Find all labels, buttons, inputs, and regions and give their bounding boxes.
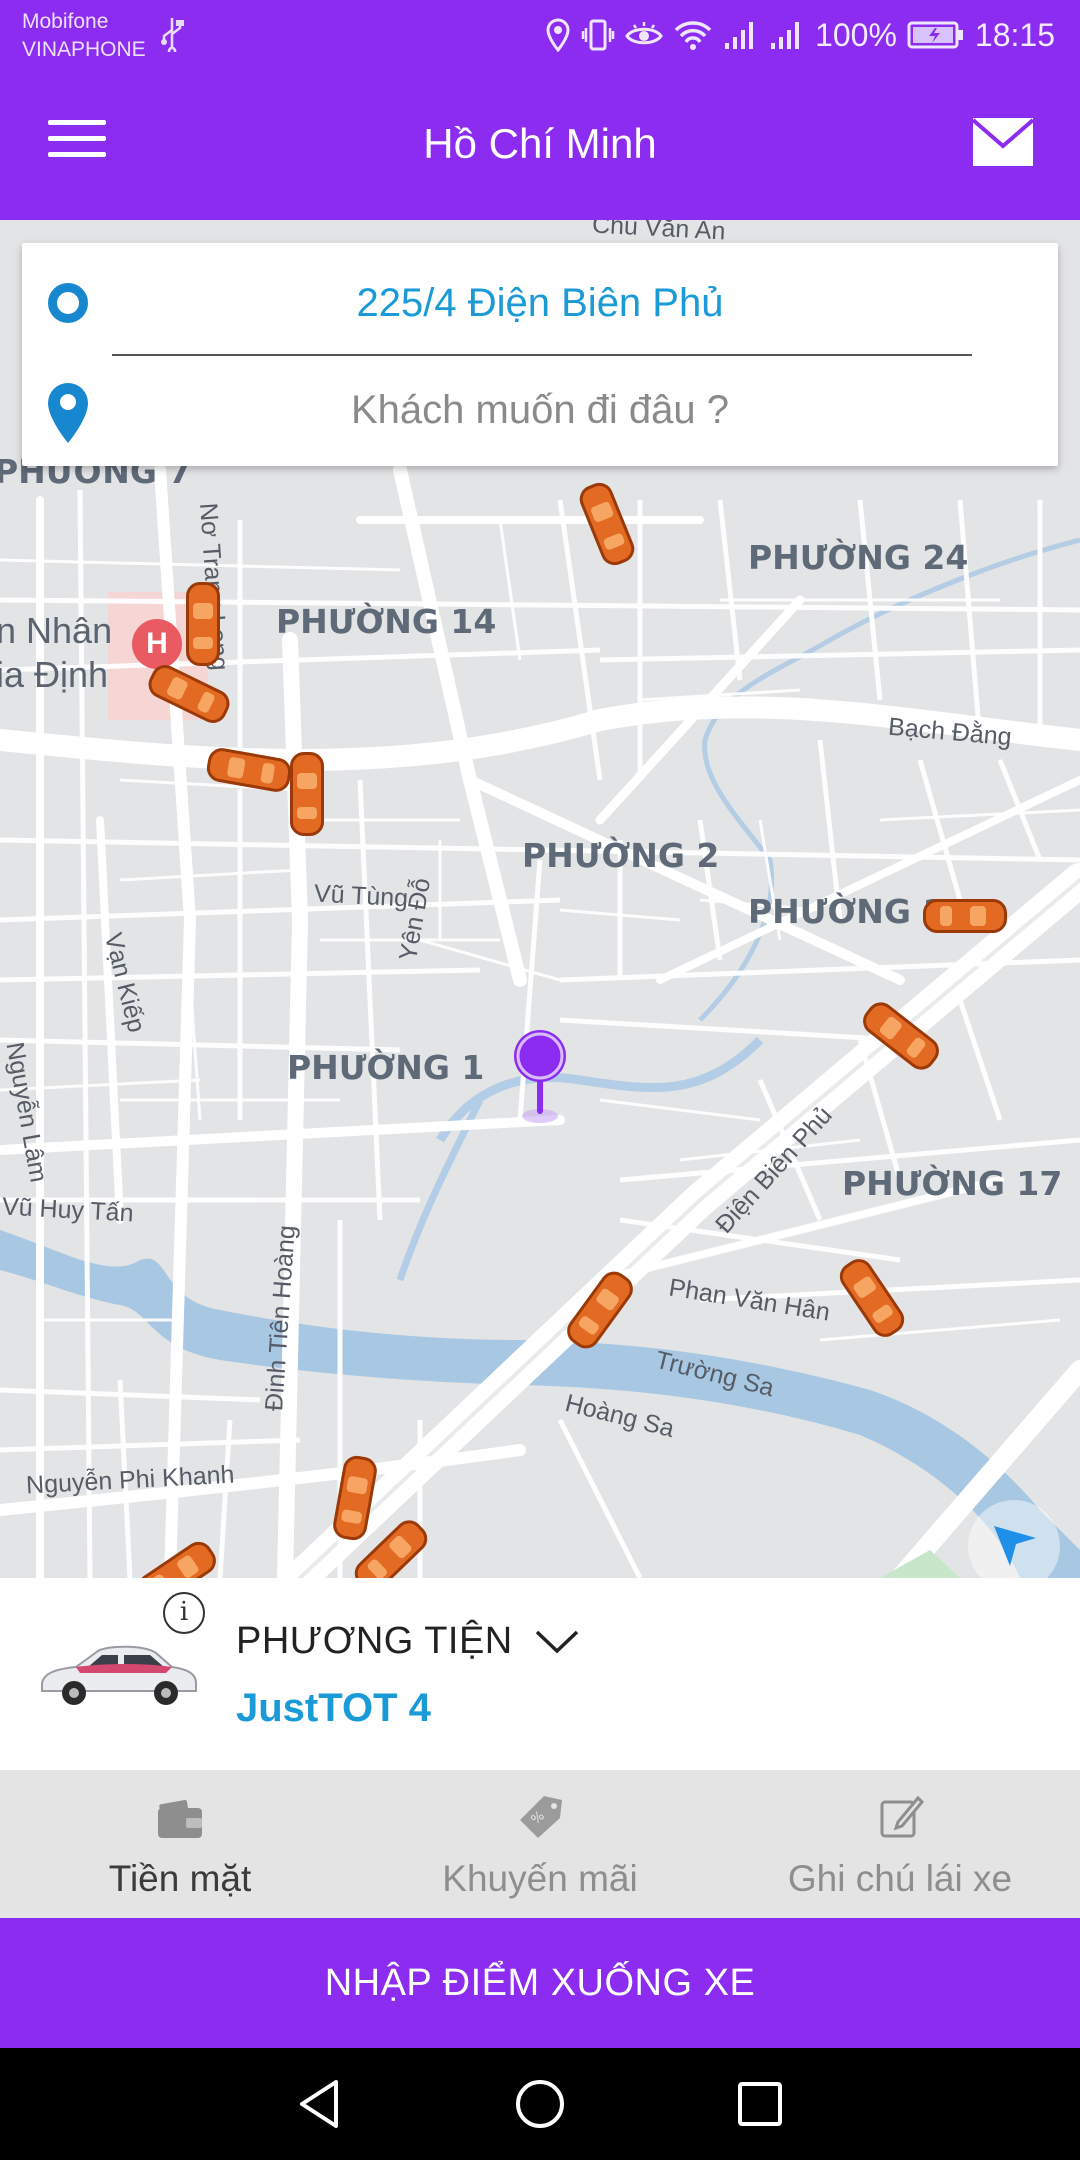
battery-percent: 100% <box>815 16 897 53</box>
clock: 18:15 <box>974 16 1055 53</box>
street-label: Vũ Tùng <box>313 879 409 913</box>
carrier-secondary: VINAPHONE <box>22 38 146 61</box>
usb-icon <box>161 18 184 52</box>
hospital-marker-icon: H <box>132 619 182 669</box>
cash-payment-option[interactable]: Tiền mặt <box>0 1770 360 1918</box>
payment-options-bar: Tiền mặt % Khuyến mãi Ghi chú lái xe <box>0 1770 1080 1918</box>
app-bar: Hồ Chí Minh <box>0 70 1080 220</box>
district-label: PHƯỜNG 2 <box>522 836 720 875</box>
district-label: PHƯỜNG 1 <box>287 1048 485 1087</box>
promo-tag-icon: % <box>520 1796 562 1838</box>
option-label: Ghi chú lái xe <box>787 1858 1013 1899</box>
navigation-arrow-icon <box>994 1526 1036 1566</box>
pickup-address-field[interactable]: 225/4 Điện Biên Phủ <box>112 281 968 326</box>
vehicle-type-dropdown[interactable]: PHƯƠNG TIỆN <box>236 1620 579 1663</box>
district-label: PHƯỜNG 14 <box>276 602 497 641</box>
home-circle-icon[interactable] <box>512 2076 568 2132</box>
back-triangle-icon[interactable] <box>292 2076 348 2132</box>
vibrate-icon <box>581 19 615 51</box>
promotion-option[interactable]: % Khuyến mãi <box>360 1770 720 1918</box>
pickup-pin-icon <box>514 1030 566 1123</box>
carrier-names: Mobifone VINAPHONE <box>22 8 146 64</box>
taxi-car-icon <box>186 582 220 666</box>
option-label: Khuyến mãi <box>442 1858 638 1899</box>
page-title: Hồ Chí Minh <box>423 120 657 167</box>
divider <box>112 354 972 356</box>
taxi-car-icon <box>290 752 324 836</box>
battery-charging-icon <box>907 21 963 49</box>
district-label: PHƯỜNG 24 <box>748 538 969 577</box>
recents-square-icon[interactable] <box>732 2076 788 2132</box>
wallet-icon <box>158 1799 202 1838</box>
location-icon <box>546 18 570 52</box>
destination-field[interactable]: Khách muốn đi đâu ? <box>112 388 968 433</box>
carrier-primary: Mobifone <box>22 10 109 33</box>
note-edit-icon <box>880 1795 925 1838</box>
option-label: Tiền mặt <box>108 1858 252 1899</box>
vehicle-type-label: PHƯƠNG TIỆN <box>236 1620 513 1662</box>
pickup-dot-icon <box>48 283 88 323</box>
chevron-down-icon <box>535 1630 578 1653</box>
envelope-icon[interactable] <box>971 116 1035 168</box>
route-search-card: 225/4 Điện Biên Phủ Khách muốn đi đâu ? <box>22 243 1058 466</box>
destination-pin-icon <box>48 383 88 443</box>
sedan-car-icon <box>41 1645 197 1705</box>
system-nav-bar <box>0 2048 1080 2160</box>
signal-icon-1 <box>725 22 754 49</box>
wifi-icon <box>674 21 712 50</box>
driver-note-option[interactable]: Ghi chú lái xe <box>720 1770 1080 1918</box>
selected-vehicle-name: JustTOT 4 <box>236 1686 431 1730</box>
hospital-name: ia Định <box>0 654 109 695</box>
taxi-car-icon <box>923 899 1007 933</box>
status-bar: Mobifone VINAPHONE 100% 18:15 <box>0 0 1080 70</box>
signal-icon-2 <box>771 22 800 49</box>
vehicle-info-icon[interactable]: i <box>163 1592 205 1634</box>
hospital-name: n Nhân <box>0 610 113 651</box>
eye-comfort-icon <box>625 22 663 45</box>
vehicle-panel: i PHƯƠNG TIỆN JustTOT 4 <box>0 1578 1080 1770</box>
enter-dropoff-button[interactable]: NHẬP ĐIỂM XUỐNG XE <box>0 1918 1080 2048</box>
district-label: PHƯỜNG 17 <box>842 1164 1063 1203</box>
